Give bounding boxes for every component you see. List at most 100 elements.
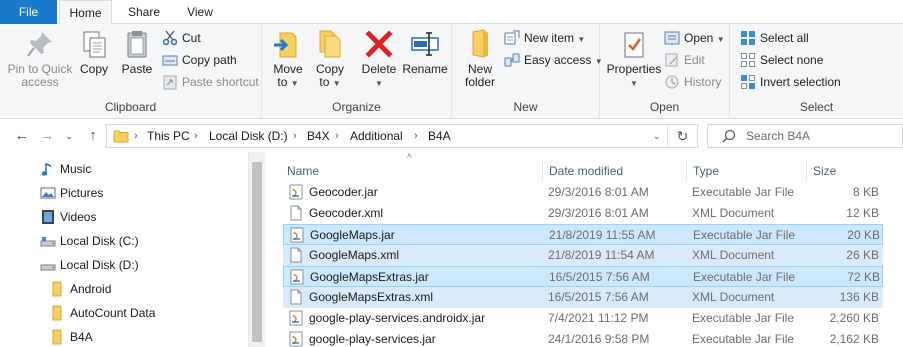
address-bar[interactable]: › This PC › Local Disk (D:) › B4X › Addi… bbox=[106, 124, 698, 148]
recent-locations-button[interactable]: ⌄ bbox=[60, 126, 78, 146]
breadcrumb-separator-icon[interactable]: › bbox=[414, 125, 418, 147]
file-name: GoogleMapsExtras.xml bbox=[309, 290, 434, 304]
edit-button[interactable]: Edit bbox=[664, 50, 705, 70]
new-folder-icon bbox=[472, 29, 488, 58]
copy-to-button[interactable]: Copy to ▼ bbox=[312, 28, 348, 90]
rename-button[interactable]: Rename bbox=[402, 28, 448, 76]
navigation-pane-scrollbar[interactable] bbox=[248, 152, 265, 347]
search-input[interactable] bbox=[746, 127, 896, 145]
table-row[interactable]: Geocoder.xml 29/3/2016 8:01 AM XML Documen… bbox=[283, 203, 883, 224]
file-type: Executable Jar File bbox=[693, 228, 796, 242]
tab-share[interactable]: Share bbox=[116, 0, 172, 24]
scissors-icon bbox=[162, 30, 178, 46]
select-group: Select all Select none Invert selection … bbox=[730, 24, 903, 119]
table-row[interactable]: GoogleMapsExtras.xml 16/5/2015 7:56 AM XML… bbox=[283, 287, 883, 308]
clipboard-group-label: Clipboard bbox=[104, 100, 157, 114]
jar-file-icon bbox=[289, 331, 303, 347]
file-name: GoogleMaps.xml bbox=[309, 248, 400, 262]
easy-access-label: Easy access bbox=[524, 53, 592, 67]
open-label: Open bbox=[684, 31, 714, 45]
up-button[interactable]: ↑ bbox=[84, 126, 102, 146]
table-row[interactable]: google-play-services.androidx.jar 7/4/202… bbox=[283, 308, 883, 329]
tab-view[interactable]: View bbox=[174, 0, 226, 24]
nav-item-label: B4A bbox=[70, 330, 93, 344]
breadcrumb-separator-icon[interactable]: › bbox=[194, 125, 198, 147]
nav-item-label: Local Disk (D:) bbox=[60, 258, 139, 272]
column-header-size[interactable]: Size bbox=[807, 160, 883, 182]
copy-path-icon bbox=[162, 55, 178, 66]
breadcrumb-b4x[interactable]: B4X bbox=[307, 125, 330, 147]
folder-icon bbox=[52, 305, 62, 321]
nav-item-label: Pictures bbox=[60, 186, 104, 200]
move-to-label: Move bbox=[273, 62, 303, 76]
new-item-label: New item bbox=[524, 31, 575, 45]
file-name: Geocoder.xml bbox=[309, 206, 384, 220]
organize-group-label: Organize bbox=[332, 100, 381, 114]
cut-button[interactable]: Cut bbox=[162, 28, 201, 48]
table-row[interactable]: GoogleMaps.xml 21/8/2019 11:54 AM XML Docu… bbox=[283, 245, 883, 266]
copy-to-label-line2: to bbox=[319, 75, 330, 89]
breadcrumb-separator-icon[interactable]: › bbox=[335, 125, 339, 147]
history-icon bbox=[665, 75, 679, 89]
table-row[interactable]: GoogleMaps.jar 21/8/2019 11:55 AM Executab… bbox=[283, 224, 883, 245]
paste-button[interactable]: Paste bbox=[118, 28, 156, 76]
new-folder-button[interactable]: New folder bbox=[460, 28, 500, 89]
history-button[interactable]: History bbox=[664, 72, 721, 92]
delete-button[interactable]: Delete ▼ bbox=[360, 28, 398, 90]
properties-icon bbox=[624, 32, 644, 58]
paste-shortcut-button[interactable]: Paste shortcut bbox=[162, 72, 259, 92]
invert-selection-button[interactable]: Invert selection bbox=[740, 72, 841, 92]
nav-item-label: Music bbox=[60, 162, 92, 176]
file-size: 26 KB bbox=[846, 248, 879, 262]
table-row[interactable]: Geocoder.jar 29/3/2016 8:01 AM Executable … bbox=[283, 182, 883, 203]
rename-label: Rename bbox=[402, 62, 448, 76]
xml-file-icon bbox=[290, 289, 302, 305]
scrollbar-thumb[interactable] bbox=[252, 162, 262, 342]
forward-button[interactable]: → bbox=[38, 126, 56, 146]
file-name: GoogleMaps.jar bbox=[310, 228, 395, 242]
breadcrumb-this-pc[interactable]: This PC bbox=[147, 125, 190, 147]
copy-to-icon bbox=[319, 30, 341, 58]
breadcrumb-separator-icon[interactable]: › bbox=[134, 125, 138, 147]
paste-icon bbox=[127, 31, 147, 58]
search-box[interactable] bbox=[707, 124, 903, 148]
tab-file[interactable]: File bbox=[0, 0, 57, 24]
edit-icon bbox=[665, 53, 678, 67]
back-arrow-icon: ← bbox=[14, 127, 30, 144]
drive-icon bbox=[40, 264, 56, 271]
table-row[interactable]: google-play-services.jar 24/1/2016 9:58 P… bbox=[283, 329, 883, 347]
file-name: google-play-services.androidx.jar bbox=[309, 311, 486, 325]
copy-path-button[interactable]: Copy path bbox=[162, 50, 237, 70]
select-none-icon bbox=[741, 53, 755, 67]
breadcrumb-separator-icon[interactable]: › bbox=[293, 125, 297, 147]
open-button[interactable]: Open ▼ bbox=[664, 28, 725, 48]
select-none-button[interactable]: Select none bbox=[740, 50, 823, 70]
breadcrumb-b4a[interactable]: B4A bbox=[428, 125, 451, 147]
breadcrumb-local-disk-d[interactable]: Local Disk (D:) bbox=[209, 125, 288, 147]
breadcrumb-additional[interactable]: Additional bbox=[350, 125, 403, 147]
pin-to-quick-access-button[interactable]: Pin to Quick access bbox=[4, 28, 76, 89]
easy-access-button[interactable]: Easy access ▼ bbox=[504, 50, 603, 70]
table-row[interactable]: GoogleMapsExtras.jar 16/5/2015 7:56 AM Exe… bbox=[283, 266, 883, 287]
open-group-label: Open bbox=[649, 100, 680, 114]
address-dropdown-icon[interactable]: ⌄ bbox=[653, 125, 661, 147]
cut-label: Cut bbox=[182, 31, 201, 45]
column-header-date-modified[interactable]: Date modified bbox=[543, 160, 687, 182]
file-size: 136 KB bbox=[839, 290, 879, 304]
ribbon-tab-bar: File Home Share View bbox=[0, 0, 903, 25]
properties-button[interactable]: Properties ▼ bbox=[604, 28, 664, 90]
tab-home[interactable]: Home bbox=[59, 0, 112, 25]
copy-button[interactable]: Copy bbox=[76, 28, 112, 76]
file-date-modified: 21/8/2019 11:55 AM bbox=[549, 228, 656, 242]
new-item-dropdown-icon: ▼ bbox=[577, 35, 586, 44]
new-item-icon bbox=[504, 30, 520, 45]
column-header-type[interactable]: Type bbox=[687, 160, 807, 182]
pictures-icon bbox=[40, 187, 56, 199]
refresh-button[interactable]: ↻ bbox=[667, 125, 697, 147]
folder-icon bbox=[52, 329, 62, 345]
move-to-button[interactable]: Move to ▼ bbox=[270, 28, 306, 90]
back-button[interactable]: ← bbox=[13, 126, 31, 146]
column-header-name[interactable]: Name bbox=[281, 160, 543, 182]
select-all-button[interactable]: Select all bbox=[740, 28, 809, 48]
new-item-button[interactable]: New item ▼ bbox=[504, 28, 585, 48]
